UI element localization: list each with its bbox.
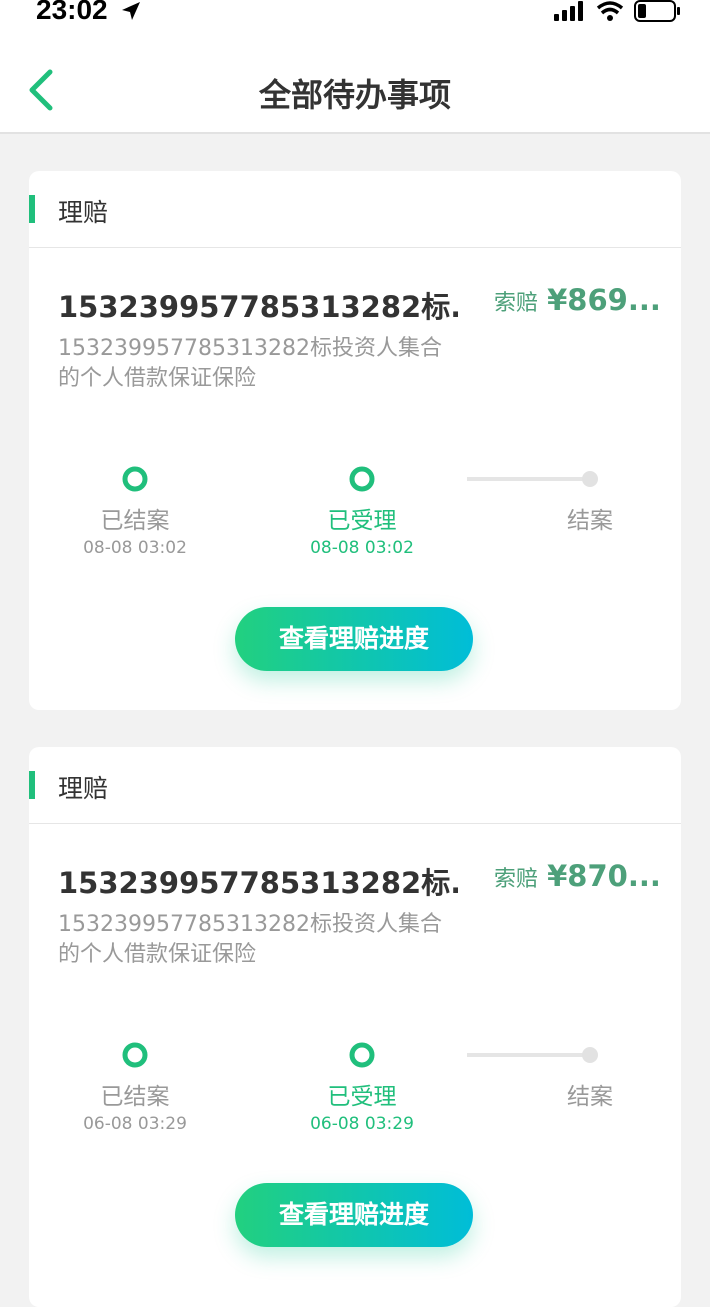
step-time: 08-08 03:02	[310, 538, 414, 558]
step-time: 08-08 03:02	[83, 538, 187, 558]
step-label: 已结案	[100, 508, 170, 534]
wifi-icon	[596, 1, 624, 21]
battery-icon	[634, 0, 680, 22]
status-time: 23:02	[36, 0, 108, 25]
step-label: 已结案	[100, 1084, 170, 1110]
location-arrow-icon	[120, 0, 142, 26]
nav-bar: 全部待办事项	[0, 40, 710, 134]
signal-icon	[554, 1, 583, 21]
status-indicators	[554, 0, 682, 22]
accent-bar	[29, 195, 35, 223]
claim-value: ¥870...	[547, 859, 661, 893]
progress-line	[39, 466, 598, 492]
step-label: 已受理	[327, 1084, 397, 1110]
status-bar: 23:02	[0, 0, 710, 40]
card-header: 理赔	[29, 171, 681, 248]
policy-title: 1532399577853132​82标...	[58, 290, 458, 324]
step-dot-done	[122, 1042, 148, 1068]
step-dot-done	[122, 466, 148, 492]
card-header: 理赔	[29, 747, 681, 824]
claim-label: 索赔	[494, 291, 539, 316]
view-claim-progress-button[interactable]: 查看理赔进度	[235, 607, 473, 671]
step-dot-pending	[582, 1047, 598, 1063]
card-type: 理赔	[58, 774, 109, 803]
progress-steps: 已结案 08-08 03:02 已受理 08-08 03:02 结案	[29, 461, 681, 581]
step-time: 06-08 03:29	[83, 1114, 187, 1134]
claim-amount: 索赔 ¥870...	[494, 859, 661, 893]
view-claim-progress-button[interactable]: 查看理赔进度	[235, 1183, 473, 1247]
accent-bar	[29, 771, 35, 799]
policy-title: 1532399577853132​82标...	[58, 866, 458, 900]
step-label: 已受理	[327, 508, 397, 534]
step-dot-current	[349, 1042, 375, 1068]
todo-card: 理赔 1532399577853132​82标... 索赔 ¥870... 15…	[29, 747, 681, 1307]
page-title: 全部待办事项	[258, 76, 451, 114]
progress-steps: 已结案 06-08 03:29 已受理 06-08 03:29 结案	[29, 1037, 681, 1157]
todo-card: 理赔 1532399577853132​82标... 索赔 ¥869... 15…	[29, 171, 681, 710]
step-label: 结案	[567, 1084, 613, 1110]
step-time: 06-08 03:29	[310, 1114, 414, 1134]
step-label: 结案	[567, 508, 613, 534]
step-dot-pending	[582, 471, 598, 487]
step-dot-current	[349, 466, 375, 492]
claim-amount: 索赔 ¥869...	[494, 283, 661, 317]
policy-description: 153239957785313282标投资人集合的个人借款保证保险	[58, 912, 442, 967]
claim-label: 索赔	[494, 867, 539, 892]
policy-description: 153239957785313282标投资人集合的个人借款保证保险	[58, 336, 442, 391]
card-type: 理赔	[58, 198, 109, 227]
progress-line	[39, 1042, 598, 1068]
claim-value: ¥869...	[547, 283, 661, 317]
